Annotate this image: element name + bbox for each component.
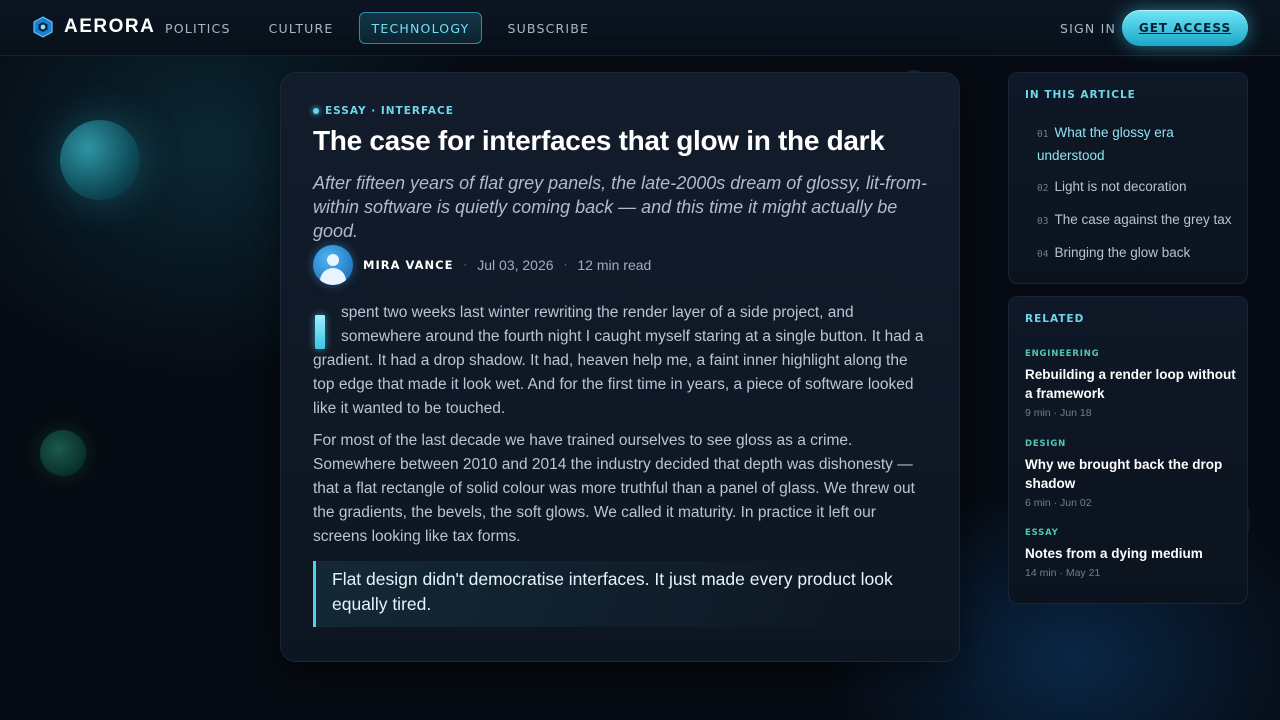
related-meta: 14 min · May 21 bbox=[1025, 567, 1101, 579]
article-card: ESSAY · INTERFACE The case for interface… bbox=[280, 72, 960, 662]
toc-item[interactable]: 04 Bringing the glow back bbox=[1037, 242, 1237, 265]
related-article-card[interactable]: DESIGN Why we brought back the drop shad… bbox=[1025, 439, 1239, 509]
toc-label: Bringing the glow back bbox=[1054, 245, 1191, 260]
related-category: ESSAY bbox=[1025, 528, 1059, 538]
publish-date: Jul 03, 2026 bbox=[477, 257, 554, 273]
decorative-orb-green bbox=[40, 430, 86, 476]
brand-name: AERORA bbox=[64, 16, 156, 37]
paragraph-text: spent two weeks last winter rewriting th… bbox=[313, 304, 924, 417]
related-category: ENGINEERING bbox=[1025, 349, 1100, 359]
related-category: DESIGN bbox=[1025, 439, 1067, 449]
nav-link-subscribe[interactable]: SUBSCRIBE bbox=[494, 12, 602, 44]
article-byline: MIRA VANCE · Jul 03, 2026 · 12 min read bbox=[313, 245, 651, 285]
related-headline: Rebuilding a render loop without a frame… bbox=[1025, 367, 1236, 401]
related-article-card[interactable]: ESSAY Notes from a dying medium 14 min ·… bbox=[1025, 528, 1239, 579]
article-paragraph: For most of the last decade we have trai… bbox=[313, 432, 915, 545]
user-silhouette-icon bbox=[327, 254, 339, 266]
article-paragraph: spent two weeks last winter rewriting th… bbox=[313, 301, 933, 421]
toc-label: Light is not decoration bbox=[1054, 179, 1187, 194]
kicker-dot-icon bbox=[313, 108, 319, 114]
read-time: 12 min read bbox=[577, 257, 652, 273]
related-articles: RELATED ENGINEERING Rebuilding a render … bbox=[1008, 296, 1248, 604]
toc-title: IN THIS ARTICLE bbox=[1025, 89, 1136, 101]
nav-link-technology[interactable]: TECHNOLOGY bbox=[358, 12, 483, 44]
brand-logo-link[interactable]: AERORA bbox=[32, 16, 155, 38]
nav-link-culture[interactable]: CULTURE bbox=[256, 12, 347, 44]
related-meta: 6 min · Jun 02 bbox=[1025, 497, 1092, 509]
related-meta: 9 min · Jun 18 bbox=[1025, 407, 1092, 419]
sign-in-link[interactable]: SIGN IN bbox=[1050, 12, 1126, 44]
meta-separator: · bbox=[563, 258, 568, 272]
author-name[interactable]: MIRA VANCE bbox=[363, 258, 453, 272]
related-headline: Notes from a dying medium bbox=[1025, 546, 1203, 561]
get-access-button[interactable]: GET ACCESS bbox=[1122, 10, 1248, 46]
decorative-orb-teal bbox=[60, 120, 140, 200]
toc-number: 02 bbox=[1037, 183, 1049, 194]
related-article-card[interactable]: ENGINEERING Rebuilding a render loop wit… bbox=[1025, 349, 1239, 419]
toc-item[interactable]: 01 What the glossy era understood bbox=[1037, 122, 1237, 166]
pull-quote: Flat design didn't democratise interface… bbox=[313, 561, 913, 627]
toc-number: 01 bbox=[1037, 129, 1049, 140]
article-dek: After fifteen years of flat grey panels,… bbox=[313, 173, 927, 241]
article-title: The case for interfaces that glow in the… bbox=[313, 125, 885, 156]
toc-number: 04 bbox=[1037, 249, 1049, 260]
related-title: RELATED bbox=[1025, 313, 1085, 325]
toc-item[interactable]: 02 Light is not decoration bbox=[1037, 176, 1237, 199]
article-kicker: ESSAY · INTERFACE bbox=[313, 105, 454, 117]
nav-link-politics[interactable]: POLITICS bbox=[152, 12, 244, 44]
toc-number: 03 bbox=[1037, 216, 1049, 227]
primary-nav: POLITICS CULTURE TECHNOLOGY SUBSCRIBE bbox=[152, 12, 602, 44]
related-headline: Why we brought back the drop shadow bbox=[1025, 457, 1223, 491]
top-navigation-bar: AERORA POLITICS CULTURE TECHNOLOGY SUBSC… bbox=[0, 0, 1280, 56]
kicker-label: ESSAY · INTERFACE bbox=[325, 105, 454, 117]
toc-label: The case against the grey tax bbox=[1054, 212, 1232, 227]
toc-label: What the glossy era understood bbox=[1037, 125, 1174, 163]
user-silhouette-body bbox=[320, 268, 346, 285]
author-avatar[interactable] bbox=[313, 245, 353, 285]
hexagon-logo-icon bbox=[33, 16, 53, 38]
toc-item[interactable]: 03 The case against the grey tax bbox=[1037, 209, 1237, 232]
drop-cap-i bbox=[315, 315, 325, 349]
table-of-contents: IN THIS ARTICLE 01 What the glossy era un… bbox=[1008, 72, 1248, 284]
meta-separator: · bbox=[463, 258, 468, 272]
